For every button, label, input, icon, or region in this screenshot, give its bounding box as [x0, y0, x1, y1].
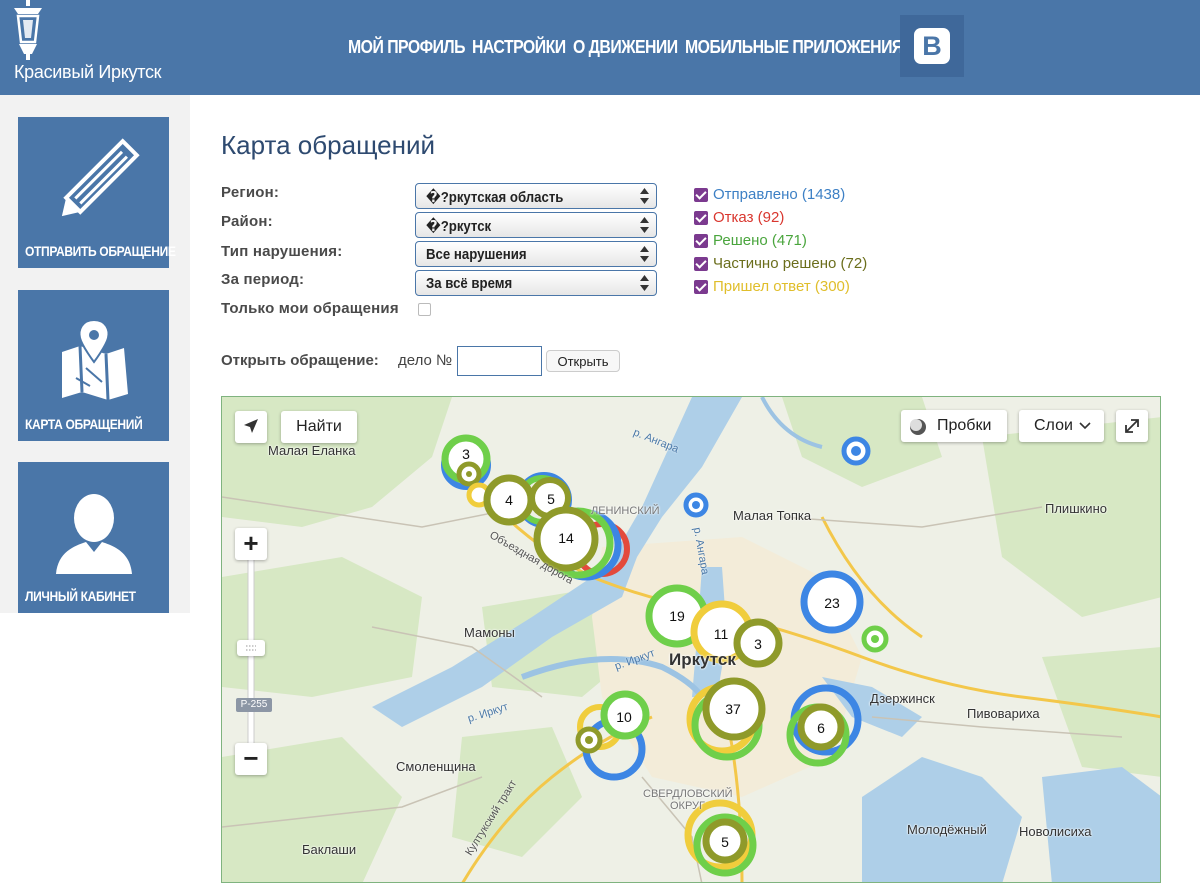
- cluster-marker[interactable]: [575, 726, 603, 754]
- location-arrow-icon: [244, 419, 258, 433]
- place-label: Пивовариха: [967, 706, 1040, 721]
- cluster-count: 19: [669, 608, 685, 624]
- sidebar-item-send-report[interactable]: ОТПРАВИТЬ ОБРАЩЕНИЕ: [18, 117, 176, 268]
- legend-label: Отказ (92): [713, 209, 785, 226]
- sidebar-item-map[interactable]: КАРТА ОБРАЩЕНИЙ: [18, 290, 169, 441]
- cluster-count: 5: [547, 491, 555, 507]
- case-number-input[interactable]: [457, 346, 542, 376]
- sidebar-item-label: ОТПРАВИТЬ ОБРАЩЕНИЕ: [25, 243, 176, 259]
- cluster-count: 14: [558, 530, 574, 546]
- layers-button[interactable]: Слои: [1019, 410, 1104, 442]
- grip-icon: [246, 645, 256, 651]
- select-arrows-icon: [640, 217, 649, 233]
- my-only-checkbox[interactable]: [418, 303, 431, 316]
- sidebar-item-label: ЛИЧНЫЙ КАБИНЕТ: [25, 588, 136, 604]
- place-label: Смоленщина: [396, 759, 476, 774]
- map[interactable]: 3 4 5 14 19 11 3 23 37 6 10 5 Малая Елан…: [221, 396, 1161, 883]
- violation-type-select-value: Все нарушения: [426, 246, 527, 263]
- fullscreen-button[interactable]: [1116, 410, 1148, 442]
- cluster-count: 3: [754, 636, 762, 652]
- sidebar-item-label: КАРТА ОБРАЩЕНИЙ: [25, 416, 143, 432]
- site-title[interactable]: Красивый Иркутск: [14, 62, 162, 83]
- my-only-label: Только мои обращения: [221, 300, 399, 317]
- cluster-marker[interactable]: [686, 677, 766, 761]
- legend-checkbox[interactable]: [694, 234, 708, 248]
- traffic-light-icon: [910, 419, 926, 435]
- legend-label: Решено (471): [713, 232, 807, 249]
- period-label: За период:: [221, 271, 305, 288]
- nav-my-profile[interactable]: МОЙ ПРОФИЛЬ: [348, 37, 465, 58]
- cluster-marker[interactable]: [456, 461, 482, 487]
- geolocation-button[interactable]: [235, 411, 267, 443]
- select-arrows-icon: [640, 275, 649, 291]
- place-label: ЛЕНИНСКИЙ: [591, 505, 660, 517]
- period-select-value: За всё время: [426, 275, 513, 292]
- nav-settings[interactable]: НАСТРОЙКИ: [472, 37, 566, 58]
- legend-label: Частично решено (72): [713, 255, 868, 272]
- place-label: Новолисиха: [1019, 824, 1092, 839]
- cluster-count: 37: [725, 701, 741, 717]
- street-lamp-icon[interactable]: [8, 0, 48, 62]
- region-label: Регион:: [221, 184, 280, 201]
- district-select[interactable]: �?ркутск: [415, 212, 657, 238]
- cluster-count: 3: [462, 446, 470, 462]
- place-label: Малая Еланка: [268, 443, 356, 458]
- cluster-count: 6: [817, 720, 825, 736]
- traffic-button[interactable]: Пробки: [901, 410, 1007, 442]
- nav-mobile-apps[interactable]: МОБИЛЬНЫЕ ПРИЛОЖЕНИЯ: [685, 37, 903, 58]
- expand-icon: [1125, 419, 1139, 433]
- zoom-out-button[interactable]: −: [235, 743, 267, 775]
- cluster-marker[interactable]: [841, 436, 871, 466]
- nav-about-movement[interactable]: О ДВИЖЕНИИ: [573, 37, 678, 58]
- district-label: Район:: [221, 213, 273, 230]
- open-case-label: Открыть обращение:: [221, 352, 379, 369]
- cluster-count: 23: [824, 595, 840, 611]
- zoom-in-button[interactable]: +: [235, 528, 267, 560]
- place-label: Малая Топка: [733, 508, 812, 523]
- place-label: ОКРУГ: [670, 800, 706, 812]
- layers-label: Слои: [1034, 417, 1073, 434]
- cluster-count: 11: [713, 626, 729, 642]
- legend-checkbox[interactable]: [694, 188, 708, 202]
- place-label: Мамоны: [464, 625, 515, 640]
- region-select-value: �?ркутская область: [426, 189, 564, 206]
- legend-label: Пришел ответ (300): [713, 278, 850, 295]
- sidebar-item-personal-account[interactable]: ЛИЧНЫЙ КАБИНЕТ: [18, 462, 169, 613]
- place-label: Иркутск: [669, 650, 736, 669]
- cluster-count: 4: [505, 492, 513, 508]
- legend-checkbox[interactable]: [694, 280, 708, 294]
- select-arrows-icon: [640, 188, 649, 204]
- place-label: Баклаши: [302, 842, 357, 857]
- traffic-label: Пробки: [937, 417, 992, 434]
- period-select[interactable]: За всё время: [415, 270, 657, 296]
- page-title: Карта обращений: [221, 130, 436, 160]
- zoom-slider-handle[interactable]: [237, 640, 265, 656]
- open-case-button[interactable]: Открыть: [546, 350, 620, 372]
- place-label: Плишкино: [1045, 501, 1107, 516]
- road-number-badge: Р-255: [236, 698, 272, 712]
- legend-checkbox[interactable]: [694, 211, 708, 225]
- legend-checkbox[interactable]: [694, 257, 708, 271]
- cluster-marker[interactable]: [683, 492, 709, 518]
- place-label: Молодёжный: [907, 822, 987, 837]
- case-number-label: дело №: [398, 352, 453, 369]
- sidebar: ОТПРАВИТЬ ОБРАЩЕНИЕ КАРТА ОБРАЩЕНИЙ ЛИЧН…: [0, 95, 190, 613]
- find-button[interactable]: Найти: [281, 411, 357, 443]
- violation-type-select[interactable]: Все нарушения: [415, 241, 657, 267]
- vk-link[interactable]: B: [900, 15, 964, 77]
- region-select[interactable]: �?ркутская область: [415, 183, 657, 209]
- place-label: Дзержинск: [870, 691, 935, 706]
- place-label: СВЕРДЛОВСКИЙ: [643, 788, 733, 800]
- district-select-value: �?ркутск: [426, 218, 492, 235]
- cluster-count: 5: [721, 834, 729, 850]
- header: Красивый Иркутск МОЙ ПРОФИЛЬ НАСТРОЙКИ О…: [0, 0, 1200, 95]
- chevron-down-icon: [1079, 422, 1091, 430]
- cluster-marker[interactable]: [861, 625, 889, 653]
- violation-type-label: Тип нарушения:: [221, 243, 343, 260]
- select-arrows-icon: [640, 246, 649, 262]
- legend-label: Отправлено (1438): [713, 186, 846, 203]
- cluster-count: 10: [616, 709, 632, 725]
- vk-icon: B: [914, 28, 950, 64]
